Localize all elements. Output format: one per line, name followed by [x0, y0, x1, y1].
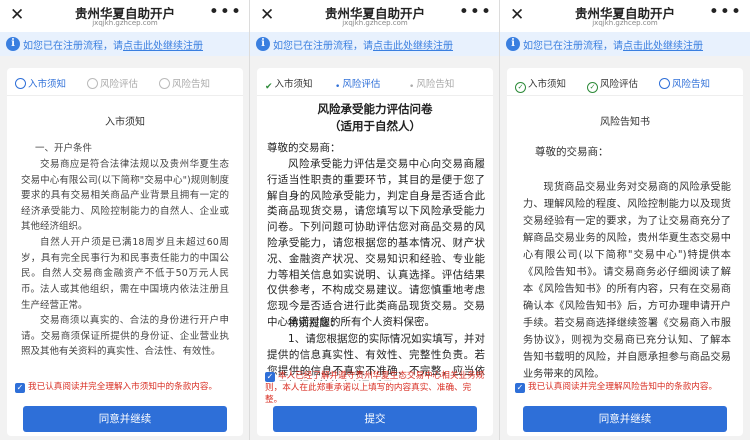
document-title: 入市须知 [105, 117, 145, 128]
step-circle-icon [15, 78, 26, 89]
reminder-heading: 特别提醒： [288, 317, 341, 329]
title-bar: ✕ 贵州华夏自助开户 jxqjkh.gzhcep.com ••• [0, 0, 250, 32]
continue-registration-link[interactable]: 点击此处继续注册 [623, 41, 703, 52]
notice-text: 如您已在注册流程，请点击此处继续注册 [273, 37, 453, 52]
step-label: 风险评估 [600, 79, 639, 90]
phone-screen-risk-assessment: ✕ 贵州华夏自助开户 jxqjkh.gzhcep.com ••• i 如您已在注… [250, 0, 500, 440]
step-check-icon: ✔ [265, 82, 273, 92]
step-risk-assessment: ✓ 风险评估 [587, 76, 638, 93]
step-risk-assessment: 风险评估 [87, 76, 138, 90]
checkbox-checked-icon[interactable]: ✓ [265, 372, 275, 382]
step-dot-icon: • [335, 82, 341, 92]
phone-screen-risk-disclosure: ✕ 贵州华夏自助开户 jxqjkh.gzhcep.com ••• i 如您已在注… [500, 0, 750, 440]
step-risk-disclosure: 风险告知 [159, 76, 210, 90]
step-circle-icon [159, 78, 170, 89]
questionnaire-subtitle: （适用于自然人） [329, 119, 421, 133]
step-risk-disclosure: • 风险告知 [409, 76, 454, 94]
step-check-icon: ✓ [587, 82, 598, 93]
submit-button[interactable]: 提交 [273, 406, 477, 432]
close-icon[interactable]: ✕ [260, 3, 274, 27]
registration-notice: i 如您已在注册流程，请点击此处继续注册 [0, 32, 250, 56]
phone-screen-market-entry: ✕ 贵州华夏自助开户 jxqjkh.gzhcep.com ••• i 如您已在注… [0, 0, 250, 440]
step-label: 入市须知 [274, 79, 313, 90]
step-label: 入市须知 [528, 79, 567, 90]
step-risk-assessment: • 风险评估 [335, 76, 380, 94]
agreement-text: 我已认真阅读并完全理解风险告知中的条款内容。 [528, 382, 718, 392]
app-domain: jxqjkh.gzhcep.com [92, 19, 158, 27]
close-icon[interactable]: ✕ [10, 3, 24, 27]
app-domain: jxqjkh.gzhcep.com [592, 19, 658, 27]
info-icon: i [256, 37, 270, 51]
notice-text: 如您已在注册流程，请点击此处继续注册 [523, 37, 703, 52]
title-bar: ✕ 贵州华夏自助开户 jxqjkh.gzhcep.com ••• [500, 0, 750, 32]
info-icon: i [506, 37, 520, 51]
step-indicator: 入市须知 风险评估 风险告知 [7, 68, 243, 96]
step-risk-disclosure: 风险告知 [659, 76, 710, 90]
checkbox-checked-icon[interactable]: ✓ [515, 383, 525, 393]
content-card: ✔ 入市须知 • 风险评估 • 风险告知 风险承受能力评估问卷 （适用于自然人） 尊敬… [257, 68, 493, 436]
step-label: 入市须知 [28, 79, 67, 90]
more-icon[interactable]: ••• [459, 2, 492, 22]
step-label: 风险告知 [672, 79, 711, 90]
more-icon[interactable]: ••• [709, 2, 742, 22]
paragraph: 法人或其他组织，需在中国境内依法注册且生产经营正常。 [21, 284, 229, 311]
document-scroll-area[interactable]: 风险告知书 尊敬的交易商： 现货商品交易业务对交易商的风险承受能力、理解风险的程… [507, 97, 743, 381]
more-icon[interactable]: ••• [209, 2, 242, 22]
notice-prefix: 如您已在注册流程，请 [523, 41, 623, 52]
greeting: 尊敬的交易商： [535, 146, 609, 158]
step-check-icon: ✓ [515, 82, 526, 93]
continue-registration-link[interactable]: 点击此处继续注册 [373, 41, 453, 52]
app-domain: jxqjkh.gzhcep.com [342, 19, 408, 27]
step-indicator: ✔ 入市须知 • 风险评估 • 风险告知 [257, 68, 493, 96]
document-scroll-area[interactable]: 入市须知 一、开户条件 交易商应是符合法律法规以及贵州华夏生态交易中心有限公司(… [7, 97, 243, 381]
questionnaire-scroll-area[interactable]: 风险承受能力评估问卷 （适用于自然人） 尊敬的交易商： 风险承受能力评估是交易中… [257, 97, 493, 381]
agreement-checkbox-row[interactable]: ✓ 本人已经了解并遵守贵州华夏生态交易中心相关业务规则，本人在此郑重承诺以上填写的… [265, 370, 487, 406]
step-dot-icon: • [409, 82, 415, 92]
step-circle-icon [87, 78, 98, 89]
agree-continue-button[interactable]: 同意并继续 [523, 406, 727, 432]
document-title: 风险告知书 [600, 117, 650, 128]
agreement-text: 我已认真阅读并完全理解入市须知中的条款内容。 [28, 382, 218, 392]
agreement-checkbox-row[interactable]: ✓ 我已认真阅读并完全理解入市须知中的条款内容。 [15, 381, 237, 393]
registration-notice: i 如您已在注册流程，请点击此处继续注册 [250, 32, 500, 56]
step-circle-icon [659, 78, 670, 89]
agree-continue-button[interactable]: 同意并继续 [23, 406, 227, 432]
notice-prefix: 如您已在注册流程，请 [273, 41, 373, 52]
agreement-text: 本人已经了解并遵守贵州华夏生态交易中心相关业务规则，本人在此郑重承诺以上填写的内… [265, 371, 485, 405]
step-market-entry: ✔ 入市须知 [265, 76, 313, 94]
section-heading: 一、开户条件 [35, 143, 93, 154]
agreement-checkbox-row[interactable]: ✓ 我已认真阅读并完全理解风险告知中的条款内容。 [515, 381, 737, 393]
step-label: 风险评估 [100, 79, 139, 90]
continue-registration-link[interactable]: 点击此处继续注册 [123, 41, 203, 52]
paragraph: 交易商应是符合法律法规以及贵州华夏生态交易中心有限公司(以下简称"交易中心")规… [21, 159, 229, 232]
close-icon[interactable]: ✕ [510, 3, 524, 27]
registration-notice: i 如您已在注册流程，请点击此处继续注册 [500, 32, 750, 56]
step-market-entry: 入市须知 [15, 76, 66, 90]
step-label: 风险告知 [416, 79, 455, 90]
step-label: 风险告知 [172, 79, 211, 90]
step-label: 风险评估 [342, 79, 381, 90]
content-card: ✓ 入市须知 ✓ 风险评估 风险告知 风险告知书 尊敬的交易商： 现货商品交易业务对… [507, 68, 743, 436]
checkbox-checked-icon[interactable]: ✓ [15, 383, 25, 393]
info-icon: i [6, 37, 20, 51]
title-bar: ✕ 贵州华夏自助开户 jxqjkh.gzhcep.com ••• [250, 0, 500, 32]
content-card: 入市须知 风险评估 风险告知 入市须知 一、开户条件 交易商应是符合法律法规以及… [7, 68, 243, 436]
paragraph: 交易商须以真实的、合法的身份进行开户申请。交易商须保证所提供的身份证、企业营业执… [21, 315, 229, 357]
paragraph: 现货商品交易业务对交易商的风险承受能力、理解风险的程度、风险控制能力以及现货交易… [523, 182, 731, 380]
questionnaire-title: 风险承受能力评估问卷 [317, 102, 433, 116]
greeting: 尊敬的交易商： [267, 142, 341, 154]
step-indicator: ✓ 入市须知 ✓ 风险评估 风险告知 [507, 68, 743, 96]
notice-prefix: 如您已在注册流程，请 [23, 41, 123, 52]
notice-text: 如您已在注册流程，请点击此处继续注册 [23, 37, 203, 52]
paragraph: 风险承受能力评估是交易中心向交易商履行适当性职责的重要环节，其目的是便于您了解自… [267, 158, 485, 328]
step-market-entry: ✓ 入市须知 [515, 76, 566, 93]
